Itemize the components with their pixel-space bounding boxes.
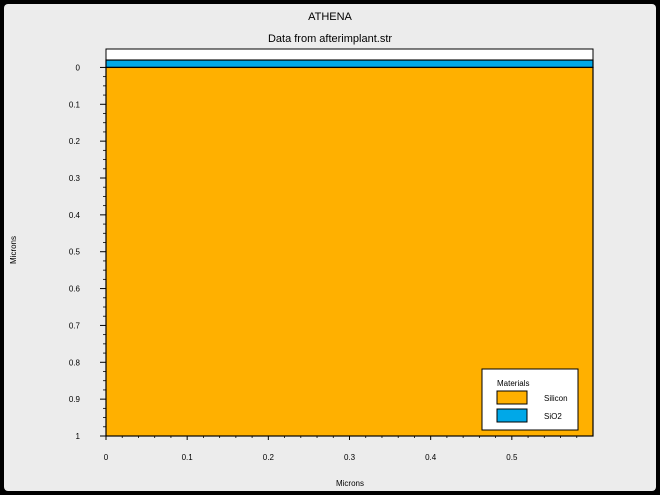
y-tick-label: 0.7 bbox=[69, 321, 81, 330]
legend-label-silicon: Silicon bbox=[544, 394, 568, 403]
y-axis: 0 0.1 0.2 0.3 0.4 0.5 0.6 0.7 0.8 0.9 1 bbox=[69, 63, 106, 441]
chart-title: ATHENA bbox=[308, 11, 352, 23]
x-axis-title: Microns bbox=[336, 479, 364, 488]
chart-subtitle: Data from afterimplant.str bbox=[268, 33, 392, 45]
x-tick-label: 0.1 bbox=[182, 453, 194, 462]
y-tick-label: 0.3 bbox=[69, 174, 81, 183]
y-tick-label: 1 bbox=[76, 432, 81, 441]
legend-swatch-silicon bbox=[496, 390, 528, 405]
y-tick-label: 0.2 bbox=[69, 137, 81, 146]
x-tick-label: 0.4 bbox=[425, 453, 437, 462]
legend-swatch-sio2 bbox=[496, 408, 528, 423]
x-tick-label: 0.5 bbox=[506, 453, 518, 462]
y-tick-label: 0.6 bbox=[69, 285, 81, 294]
y-tick-label: 0.4 bbox=[69, 211, 81, 220]
legend-label-sio2: SiO2 bbox=[544, 412, 562, 421]
legend-title: Materials bbox=[497, 379, 529, 388]
y-tick-label: 0.9 bbox=[69, 395, 81, 404]
x-tick-label: 0.2 bbox=[263, 453, 275, 462]
legend: Materials Silicon SiO2 bbox=[481, 368, 579, 431]
x-tick-label: 0.3 bbox=[344, 453, 356, 462]
chart: ATHENA Data from afterimplant.str Micron… bbox=[9, 11, 594, 488]
plot-window: ATHENA Data from afterimplant.str Micron… bbox=[4, 4, 656, 491]
y-tick-label: 0.1 bbox=[69, 100, 81, 109]
y-tick-label: 0.5 bbox=[69, 248, 81, 257]
y-axis-title: Microns bbox=[9, 236, 18, 264]
y-tick-label: 0.8 bbox=[69, 358, 81, 367]
y-tick-label: 0 bbox=[76, 63, 81, 72]
x-axis: 0 0.1 0.2 0.3 0.4 0.5 bbox=[104, 436, 578, 462]
region-sio2 bbox=[105, 59, 594, 69]
x-tick-label: 0 bbox=[104, 453, 109, 462]
